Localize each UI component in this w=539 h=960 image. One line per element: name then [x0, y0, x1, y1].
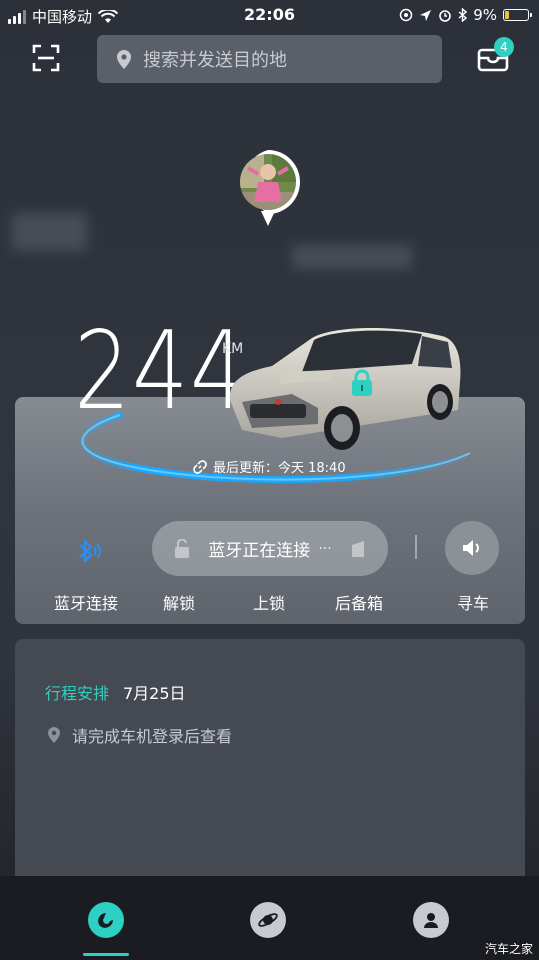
search-placeholder: 搜索并发送目的地: [143, 50, 287, 71]
last-update-info: 最后更新：今天 18:40: [193, 457, 346, 476]
alarm-icon: [439, 10, 452, 22]
connecting-status-text: 蓝牙正在连接: [208, 541, 311, 561]
bluetooth-status-icon: [458, 8, 468, 22]
active-tab-indicator: [83, 953, 129, 956]
location-pin-icon: [48, 727, 60, 743]
scan-icon[interactable]: [32, 44, 60, 72]
bluetooth-connecting-pill: 蓝牙正在连接 ···: [152, 521, 388, 576]
last-update-text: 最后更新：今天 18:40: [213, 461, 346, 476]
profile-tab-icon: [424, 913, 438, 928]
trunk-label[interactable]: 后备箱: [335, 590, 383, 614]
battery-icon: [503, 9, 532, 21]
trip-title: 行程安排: [45, 684, 110, 703]
blurred-plate: [292, 245, 412, 269]
bluetooth-icon[interactable]: [72, 536, 102, 566]
tab-discover[interactable]: [250, 902, 286, 938]
trunk-icon[interactable]: [350, 539, 366, 559]
car-tab-icon: [98, 913, 113, 928]
orientation-lock-icon: [399, 8, 413, 22]
find-car-button[interactable]: [445, 521, 499, 575]
location-arrow-icon: [420, 9, 432, 21]
planet-tab-icon: [258, 913, 278, 927]
tab-car[interactable]: [88, 902, 124, 938]
watermark: 汽车之家: [484, 942, 533, 956]
blurred-name: [12, 213, 87, 251]
speaker-icon: [463, 540, 479, 556]
user-avatar[interactable]: [234, 148, 302, 228]
connecting-dots: ···: [318, 540, 332, 557]
bluetooth-connect-label[interactable]: 蓝牙连接: [54, 590, 118, 614]
destination-search-input[interactable]: 搜索并发送目的地: [97, 35, 442, 83]
trip-schedule-card[interactable]: [15, 639, 525, 889]
car-image: [229, 327, 461, 450]
trip-date: 7月25日: [123, 684, 186, 703]
unlock-icon[interactable]: [174, 539, 190, 559]
find-car-label[interactable]: 寻车: [457, 590, 489, 614]
link-icon: [193, 459, 207, 474]
status-right: 9%: [399, 6, 532, 24]
trip-hint-text: 请完成车机登录后查看: [72, 727, 233, 746]
trip-hint: 请完成车机登录后查看: [48, 723, 232, 747]
message-count-badge: 4: [494, 37, 514, 57]
battery-percent: 9%: [473, 6, 497, 24]
lock-label[interactable]: 上锁: [253, 590, 285, 614]
unlock-label[interactable]: 解锁: [163, 590, 195, 614]
control-divider: [415, 535, 417, 559]
status-bar: 中国移动 22:06 9%: [0, 0, 539, 32]
tab-profile[interactable]: [413, 902, 449, 938]
location-pin-icon: [117, 49, 131, 69]
